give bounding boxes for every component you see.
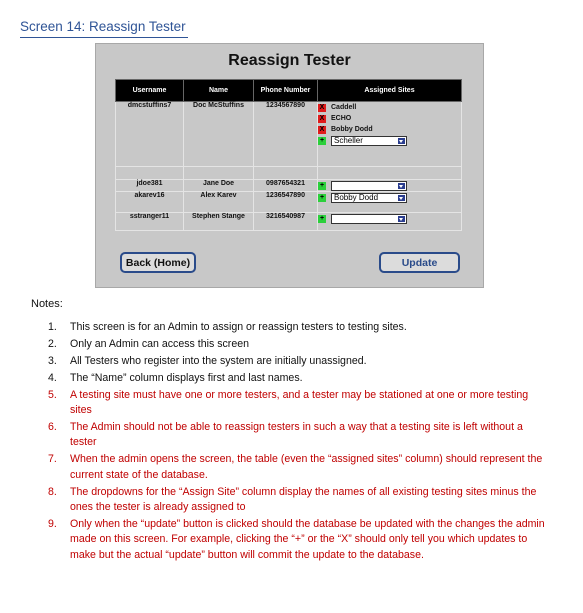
dropdown-arrow-icon[interactable] [398, 182, 405, 189]
phone-cell: 1234567890 [253, 101, 318, 167]
assigned-site: X Bobby Dodd [318, 124, 461, 135]
dropdown-value: Scheller [334, 136, 363, 145]
heading-underline [20, 37, 188, 38]
dropdown-arrow-icon[interactable] [398, 215, 405, 222]
site-name: ECHO [331, 115, 352, 122]
note-number: 5. [48, 388, 57, 401]
dropdown-arrow-icon[interactable] [398, 137, 405, 144]
notes-list: 1. This screen is for an Admin to assign … [48, 320, 548, 565]
note-number: 3. [48, 354, 57, 367]
table-row: jdoe381 Jane Doe 0987654321 + [115, 179, 462, 192]
phone-cell: 1236547890 [253, 191, 318, 213]
assign-site-dropdown[interactable] [331, 213, 407, 224]
table-row: akarev16 Alex Karev 1236547890 + Bobby D… [115, 191, 462, 213]
username-cell: jdoe381 [115, 179, 184, 192]
assign-site-dropdown[interactable]: Bobby Dodd [331, 192, 407, 203]
note-text: A testing site must have one or more tes… [70, 388, 529, 417]
assign-site-dropdown[interactable]: Scheller [331, 135, 407, 146]
note-text: The “Name” column displays first and las… [70, 371, 303, 384]
note-item: 4. The “Name” column displays first and l… [48, 371, 548, 386]
note-item: 3. All Testers who register into the syst… [48, 354, 548, 369]
add-site-button[interactable]: + [318, 214, 326, 223]
note-number: 8. [48, 485, 57, 498]
back-home-button[interactable]: Back (Home) [120, 252, 196, 273]
note-number: 9. [48, 517, 57, 530]
site-name: Caddell [331, 104, 357, 111]
note-text: The dropdowns for the “Assign Site” colu… [70, 485, 537, 513]
name-cell: Jane Doe [183, 179, 254, 192]
add-site-button[interactable]: + [318, 181, 326, 190]
note-item: 7. When the admin opens the screen, the t… [48, 452, 548, 483]
mockup-title: Reassign Tester [228, 52, 351, 69]
note-item: 1. This screen is for an Admin to assign … [48, 320, 548, 335]
table-row: sstranger11 Stephen Stange 3216540987 + [115, 212, 462, 231]
column-header-phone: Phone Number [253, 79, 318, 102]
note-text: This screen is for an Admin to assign or… [70, 321, 407, 333]
username-cell: dmcstuffins7 [115, 101, 184, 167]
note-item: 9. Only when the “update” button is click… [48, 517, 548, 563]
table-spacer-row [115, 166, 462, 180]
assigned-site: X Caddell [318, 102, 461, 113]
table-header-row: Username Name Phone Number Assigned Site… [115, 79, 462, 102]
note-item: 2. Only an Admin can access this screen [48, 337, 548, 352]
note-text: Only when the “update” button is clicked… [70, 517, 545, 561]
add-site-line: + Scheller [318, 135, 461, 146]
assigned-sites-cell: + [317, 212, 462, 231]
note-text: The Admin should not be able to reassign… [70, 420, 523, 449]
dropdown-value: Bobby Dodd [334, 193, 379, 202]
note-number: 7. [48, 453, 57, 466]
name-cell: Alex Karev [183, 191, 254, 213]
assigned-sites-cell: + [317, 179, 462, 192]
remove-site-button[interactable]: X [318, 125, 326, 134]
username-cell: sstranger11 [115, 212, 184, 231]
add-site-line: + Bobby Dodd [318, 192, 461, 203]
note-item: 5. A testing site must have one or more t… [48, 388, 548, 419]
column-header-username: Username [115, 79, 184, 102]
note-text: When the admin opens the screen, the tab… [70, 453, 543, 481]
reassign-tester-mockup: Reassign Tester Username Name Phone Numb… [95, 43, 484, 288]
testers-table: Username Name Phone Number Assigned Site… [115, 79, 462, 231]
username-cell: akarev16 [115, 191, 184, 213]
name-cell: Stephen Stange [183, 212, 254, 231]
add-site-button[interactable]: + [318, 193, 326, 202]
phone-cell: 0987654321 [253, 179, 318, 192]
notes-label: Notes: [31, 298, 63, 310]
note-number: 1. [48, 321, 57, 333]
remove-site-button[interactable]: X [318, 114, 326, 123]
phone-cell: 3216540987 [253, 212, 318, 231]
name-cell: Doc McStuffins [183, 101, 254, 167]
note-item: 6. The Admin should not be able to reassi… [48, 420, 548, 451]
assigned-site: X ECHO [318, 113, 461, 124]
update-button[interactable]: Update [379, 252, 460, 273]
note-item: 8. The dropdowns for the “Assign Site” co… [48, 485, 548, 516]
site-name: Bobby Dodd [331, 126, 373, 133]
add-site-line: + [318, 213, 461, 224]
assign-site-dropdown[interactable] [331, 180, 407, 191]
note-number: 4. [48, 371, 57, 384]
column-header-name: Name [183, 79, 254, 102]
dropdown-arrow-icon[interactable] [398, 194, 405, 201]
note-number: 6. [48, 420, 57, 433]
add-site-line: + [318, 180, 461, 191]
assigned-sites-cell: + Bobby Dodd [317, 191, 462, 213]
note-text: Only an Admin can access this screen [70, 337, 250, 350]
note-text: All Testers who register into the system… [70, 354, 367, 367]
add-site-button[interactable]: + [318, 136, 326, 145]
note-number: 2. [48, 337, 57, 350]
screen-heading: Screen 14: Reassign Tester [20, 19, 186, 34]
column-header-assigned-sites: Assigned Sites [317, 79, 462, 102]
table-row: dmcstuffins7 Doc McStuffins 1234567890 X… [115, 101, 462, 167]
assigned-sites-cell: X Caddell X ECHO X Bobby Dodd + Scheller [317, 101, 462, 167]
remove-site-button[interactable]: X [318, 103, 326, 112]
